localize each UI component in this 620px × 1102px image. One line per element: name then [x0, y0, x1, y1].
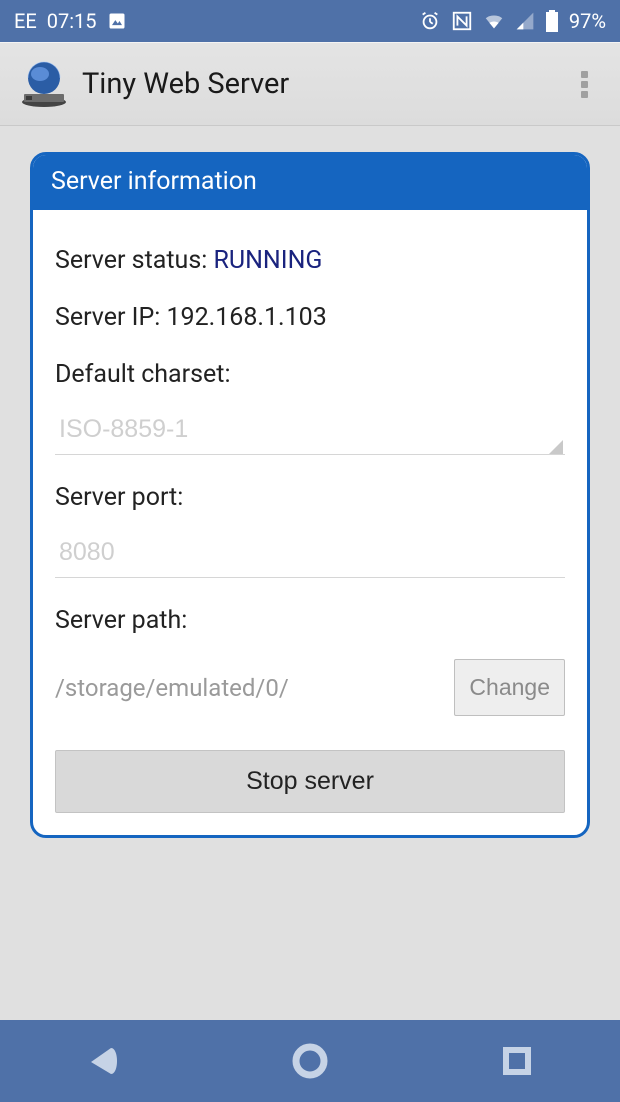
server-status-value: RUNNING	[213, 246, 322, 275]
spinner-dropdown-icon[interactable]	[549, 440, 563, 454]
server-status-label: Server status:	[55, 246, 213, 275]
server-ip-value: 192.168.1.103	[167, 303, 327, 332]
alarm-icon	[419, 10, 441, 32]
home-button[interactable]	[287, 1038, 333, 1084]
android-status-bar: EE 07:15 97%	[0, 0, 620, 42]
card-header: Server information	[33, 155, 587, 210]
change-path-button[interactable]: Change	[454, 659, 565, 716]
cell-signal-icon	[515, 11, 535, 31]
app-icon	[16, 56, 72, 112]
server-ip-label: Server IP:	[55, 303, 167, 332]
app-title: Tiny Web Server	[82, 67, 564, 101]
android-nav-bar	[0, 1020, 620, 1102]
charset-input[interactable]	[55, 407, 565, 455]
server-ip-row: Server IP: 192.168.1.103	[55, 303, 565, 332]
wifi-icon	[483, 10, 505, 32]
stop-server-button[interactable]: Stop server	[55, 750, 565, 813]
recents-button[interactable]	[494, 1038, 540, 1084]
back-button[interactable]	[80, 1038, 126, 1084]
nfc-icon	[451, 10, 473, 32]
port-input[interactable]	[55, 530, 565, 578]
carrier-label: EE	[14, 9, 37, 33]
battery-icon	[545, 10, 559, 32]
charset-label: Default charset:	[55, 360, 565, 389]
battery-percent-label: 97%	[569, 9, 606, 33]
main-content: Server information Server status: RUNNIN…	[0, 126, 620, 848]
time-label: 07:15	[47, 9, 97, 33]
port-label: Server port:	[55, 483, 565, 512]
picture-icon	[107, 11, 127, 31]
app-toolbar: Tiny Web Server	[0, 42, 620, 126]
overflow-menu-button[interactable]	[564, 64, 604, 104]
server-status-row: Server status: RUNNING	[55, 246, 565, 275]
path-value: /storage/emulated/0/	[55, 674, 442, 702]
path-label: Server path:	[55, 606, 565, 635]
server-info-card: Server information Server status: RUNNIN…	[30, 152, 590, 838]
